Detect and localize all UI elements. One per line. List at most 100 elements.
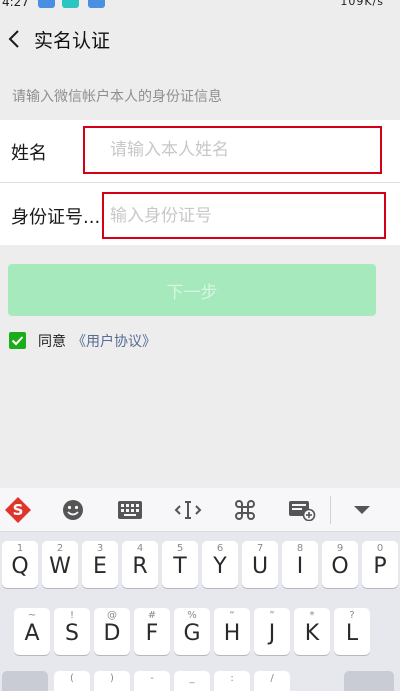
name-input[interactable] bbox=[83, 126, 382, 174]
key-l[interactable]: ? L bbox=[334, 608, 370, 655]
key-primary-label: Y bbox=[213, 554, 227, 579]
key-primary-label: E bbox=[93, 554, 107, 579]
key-secondary-label: / bbox=[270, 673, 274, 684]
svg-text:S: S bbox=[13, 501, 24, 519]
key-primary-label: T bbox=[173, 554, 187, 579]
key-secondary-label: ” bbox=[269, 610, 275, 621]
keyboard-icon[interactable] bbox=[114, 496, 146, 524]
toolbar-divider bbox=[330, 496, 331, 524]
key-i[interactable]: 8I bbox=[282, 541, 318, 588]
collapse-keyboard-icon[interactable] bbox=[346, 496, 378, 524]
key-secondary-label: 8 bbox=[296, 543, 304, 554]
key-u[interactable]: 7U bbox=[242, 541, 278, 588]
key-primary-label: S bbox=[65, 621, 79, 646]
key-h[interactable]: “H bbox=[214, 608, 250, 655]
key-primary-label: U bbox=[251, 554, 269, 579]
key-w[interactable]: 2W bbox=[42, 541, 78, 588]
key-primary-label: L bbox=[345, 621, 359, 646]
keyboard: S 1 Q 2 W 3 E 4 R 5 T 6 Y 7 U 8 I 9 O 0 … bbox=[0, 488, 400, 691]
key-secondary-label: ( bbox=[70, 673, 74, 684]
key-secondary-label: # bbox=[147, 610, 157, 621]
key-secondary-label: 4 bbox=[136, 543, 144, 554]
key-e[interactable]: 3E bbox=[82, 541, 118, 588]
key-j[interactable]: ” J bbox=[254, 608, 290, 655]
key-d[interactable]: @ D bbox=[94, 608, 130, 655]
key-secondary-label: 2 bbox=[56, 543, 64, 554]
back-arrow-icon[interactable] bbox=[5, 27, 25, 51]
checkmark-icon bbox=[11, 336, 24, 346]
delete-key[interactable] bbox=[344, 671, 394, 691]
page-title: 实名认证 bbox=[34, 30, 111, 52]
clipboard-add-icon[interactable] bbox=[286, 496, 318, 524]
key-secondary-label: : bbox=[230, 673, 234, 684]
key-a[interactable]: ~ A bbox=[14, 608, 50, 655]
key-primary-label: F bbox=[145, 621, 159, 646]
key-secondary-label: ) bbox=[110, 673, 114, 684]
key-primary-label: P bbox=[373, 554, 387, 579]
key-primary-label: O bbox=[331, 554, 349, 579]
key-row3-0[interactable]: ( bbox=[54, 671, 90, 691]
command-icon[interactable] bbox=[229, 496, 261, 524]
instruction-text: 请输入微信帐户本人的身份证信息 bbox=[12, 89, 222, 105]
nav-bar: 实名认证 bbox=[0, 16, 400, 62]
emoji-icon[interactable] bbox=[57, 496, 89, 524]
key-secondary-label: ! bbox=[69, 610, 74, 621]
key-secondary-label: “ bbox=[229, 610, 235, 621]
keyboard-toolbar: S bbox=[0, 488, 400, 532]
key-t[interactable]: 5T bbox=[162, 541, 198, 588]
key-primary-label: W bbox=[49, 554, 71, 579]
key-p[interactable]: 0P bbox=[362, 541, 398, 588]
key-r[interactable]: 4R bbox=[122, 541, 158, 588]
key-primary-label: G bbox=[183, 621, 201, 646]
key-secondary-label: _ bbox=[189, 673, 195, 684]
key-row3-3[interactable]: _ bbox=[174, 671, 210, 691]
key-secondary-label: 6 bbox=[216, 543, 224, 554]
key-secondary-label: 5 bbox=[176, 543, 184, 554]
id-number-label: 身份证号... bbox=[11, 207, 101, 228]
key-secondary-label: ? bbox=[349, 610, 355, 621]
key-secondary-label: ~ bbox=[27, 610, 37, 621]
key-primary-label: Q bbox=[11, 554, 29, 579]
agreement-checkbox[interactable] bbox=[9, 332, 26, 349]
key-secondary-label: 1 bbox=[16, 543, 24, 554]
key-k[interactable]: * K bbox=[294, 608, 330, 655]
status-bar: 4:27 109K/s bbox=[0, 0, 400, 12]
key-secondary-label: 0 bbox=[376, 543, 384, 554]
key-secondary-label: - bbox=[150, 673, 154, 684]
notification-icon bbox=[88, 0, 105, 8]
key-row3-5[interactable]: / bbox=[254, 671, 290, 691]
name-row: 姓名 bbox=[0, 120, 400, 182]
cursor-move-icon[interactable] bbox=[172, 496, 204, 524]
status-system-text: 109K/s bbox=[340, 0, 384, 8]
notification-icon bbox=[62, 0, 79, 8]
agreement-prefix: 同意 bbox=[38, 334, 66, 350]
key-g[interactable]: % G bbox=[174, 608, 210, 655]
key-primary-label: D bbox=[103, 621, 121, 646]
user-agreement-link[interactable]: 《用户协议》 bbox=[72, 331, 156, 351]
sogou-logo-icon[interactable]: S bbox=[2, 496, 34, 524]
key-secondary-label: * bbox=[309, 610, 315, 621]
notification-icon bbox=[38, 0, 55, 8]
key-q[interactable]: 1Q bbox=[2, 541, 38, 588]
key-primary-label: A bbox=[24, 621, 40, 646]
key-secondary-label: @ bbox=[107, 610, 117, 621]
id-number-input[interactable] bbox=[102, 192, 386, 239]
key-f[interactable]: # F bbox=[134, 608, 170, 655]
status-time: 4:27 bbox=[2, 0, 29, 9]
key-o[interactable]: 9O bbox=[322, 541, 358, 588]
key-primary-label: K bbox=[304, 621, 320, 646]
next-button[interactable]: 下一步 bbox=[8, 264, 376, 316]
key-s[interactable]: ! S bbox=[54, 608, 90, 655]
name-label: 姓名 bbox=[11, 143, 47, 164]
key-row3-1[interactable]: ) bbox=[94, 671, 130, 691]
key-row3-4[interactable]: : bbox=[214, 671, 250, 691]
key-primary-label: I bbox=[296, 554, 304, 579]
key-primary-label: R bbox=[132, 554, 148, 579]
key-row3-2[interactable]: - bbox=[134, 671, 170, 691]
key-y[interactable]: 6Y bbox=[202, 541, 238, 588]
key-secondary-label: 7 bbox=[256, 543, 264, 554]
key-secondary-label: 3 bbox=[96, 543, 104, 554]
key-secondary-label: % bbox=[187, 610, 197, 621]
key-secondary-label: 9 bbox=[336, 543, 344, 554]
shift-key[interactable] bbox=[2, 671, 48, 691]
